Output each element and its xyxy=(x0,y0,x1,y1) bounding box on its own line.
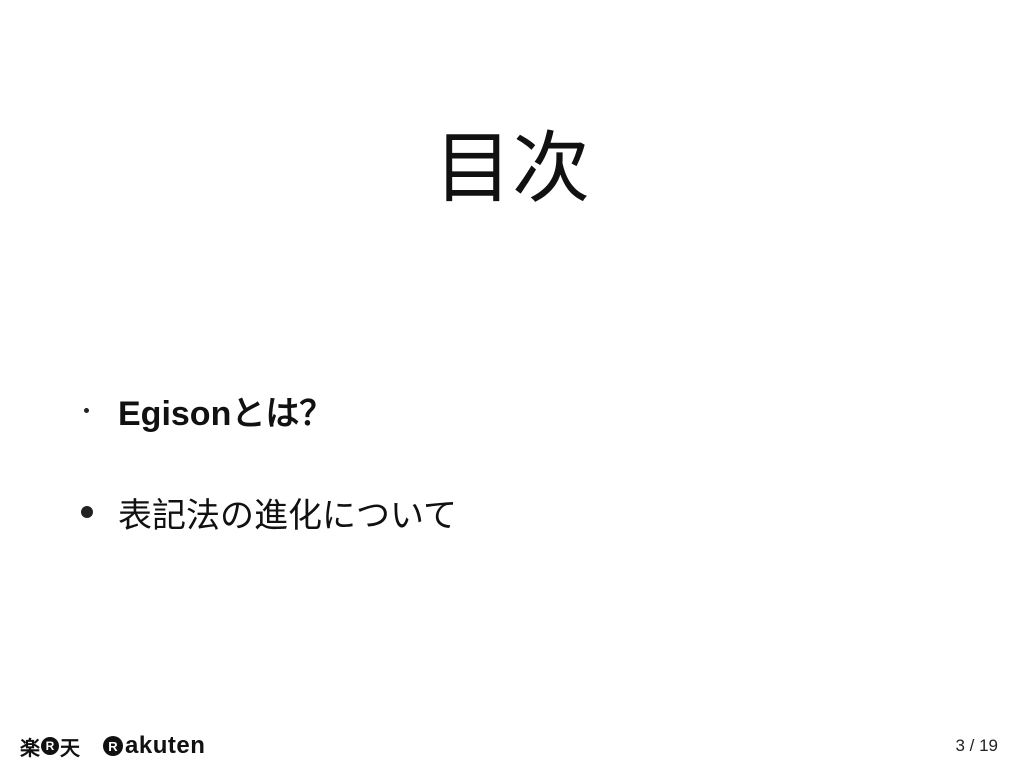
bullet-text: Egisonとは？ xyxy=(118,394,334,433)
slide-title: 目次 xyxy=(433,124,590,215)
rakuten-kanji-logo: 楽 R 天 xyxy=(20,732,80,761)
logo-kanji-left: 楽 xyxy=(20,735,40,760)
logo-en-text: akuten xyxy=(125,732,206,759)
bullet-item-notation: 表記法の進化について xyxy=(78,486,457,538)
footer-logos: 楽 R 天 R akuten xyxy=(20,731,205,761)
page-total: 19 xyxy=(979,736,998,755)
bullet-dot-icon xyxy=(84,407,89,413)
bullet-item-egison: Egisonとは？ xyxy=(78,384,457,436)
bullet-list: Egisonとは？ 表記法の進化について xyxy=(78,384,457,588)
bullet-dot-icon xyxy=(81,506,93,518)
rakuten-english-logo: R akuten xyxy=(102,732,205,760)
page-current: 3 xyxy=(955,736,965,755)
rakuten-r-icon: R xyxy=(103,736,123,756)
bullet-text: 表記法の進化について xyxy=(118,495,457,536)
page-number: 3 / 19 xyxy=(955,736,998,756)
logo-kanji-right: 天 xyxy=(60,735,80,760)
page-separator: / xyxy=(964,736,980,755)
rakuten-r-icon: R xyxy=(41,737,59,755)
